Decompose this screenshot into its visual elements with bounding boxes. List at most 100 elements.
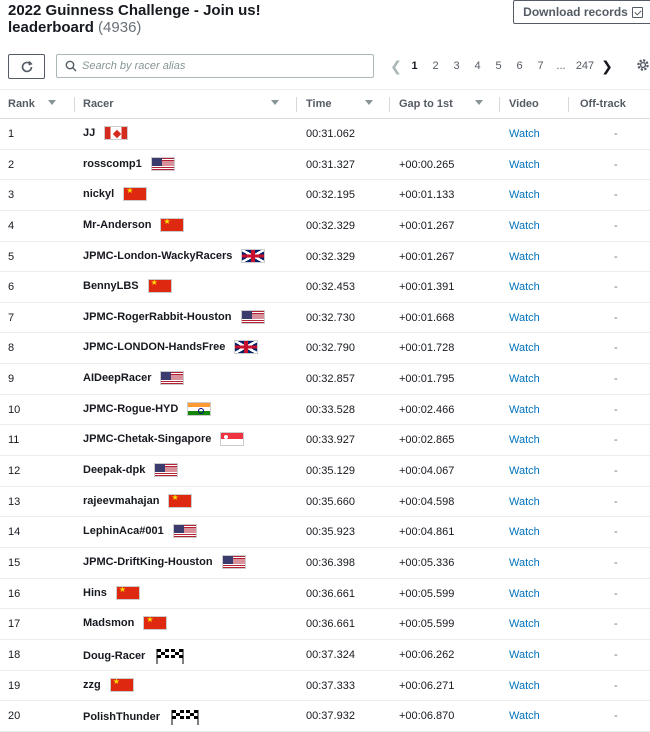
racer-cell: AIDeepRacer — [83, 371, 185, 386]
time-cell: 00:37.932 — [306, 710, 355, 723]
flag-cn-icon — [160, 217, 185, 232]
sort-gap-icon[interactable] — [475, 100, 483, 105]
page-6[interactable]: 6 — [509, 60, 530, 72]
watch-link[interactable]: Watch — [509, 373, 540, 385]
download-records-button[interactable]: Download records — [513, 0, 650, 24]
watch-link[interactable]: Watch — [509, 404, 540, 416]
watch-link[interactable]: Watch — [509, 496, 540, 508]
watch-link[interactable]: Watch — [509, 159, 540, 171]
watch-link[interactable]: Watch — [509, 128, 540, 140]
time-cell: 00:33.528 — [306, 403, 355, 416]
racer-alias: AIDeepRacer — [83, 372, 152, 385]
table-row: 4 Mr-Anderson 00:32.329 +00:01.267 Watch - — [0, 211, 650, 242]
search-input[interactable] — [82, 60, 362, 72]
refresh-button[interactable] — [8, 54, 45, 79]
flag-gb-icon — [234, 340, 259, 355]
flag-us-icon — [172, 524, 197, 539]
time-cell: 00:37.324 — [306, 648, 355, 661]
table-row: 18 Doug-Racer 00:37.324 +00:06.262 Watch - — [0, 640, 650, 671]
racer-alias: JPMC-LONDON-HandsFree — [83, 341, 226, 354]
col-divider — [74, 97, 75, 112]
page-4[interactable]: 4 — [467, 60, 488, 72]
rank-cell: 2 — [8, 158, 15, 171]
col-time[interactable]: Time — [306, 98, 331, 110]
sort-rank-icon[interactable] — [48, 100, 56, 105]
col-racer[interactable]: Racer — [83, 98, 114, 110]
search-field[interactable] — [56, 54, 374, 78]
col-gap[interactable]: Gap to 1st — [399, 98, 453, 110]
offtrack-cell: - — [614, 526, 618, 539]
watch-link[interactable]: Watch — [509, 342, 540, 354]
racer-alias: rosscomp1 — [83, 157, 142, 170]
rank-cell: 3 — [8, 189, 15, 202]
offtrack-cell: - — [614, 189, 618, 202]
watch-link[interactable]: Watch — [509, 220, 540, 232]
page-5[interactable]: 5 — [488, 60, 509, 72]
search-icon — [65, 60, 77, 72]
page-7[interactable]: 7 — [530, 60, 551, 72]
leaderboard-table: Rank Racer Time Gap to 1st Video Off-tra… — [0, 89, 650, 732]
offtrack-cell: - — [614, 403, 618, 416]
watch-link[interactable]: Watch — [509, 281, 540, 293]
watch-link[interactable]: Watch — [509, 251, 540, 263]
event-title: 2022 Guinness Challenge - Join us! — [8, 2, 261, 19]
table-row: 16 Hins 00:36.661 +00:05.599 Watch - — [0, 579, 650, 610]
prev-page-icon[interactable]: ❮ — [388, 58, 404, 75]
time-cell: 00:36.661 — [306, 618, 355, 631]
rank-cell: 5 — [8, 250, 15, 263]
download-icon — [631, 6, 643, 18]
watch-link[interactable]: Watch — [509, 680, 540, 692]
sort-racer-icon[interactable] — [271, 100, 279, 105]
flag-us-icon — [150, 156, 175, 171]
watch-link[interactable]: Watch — [509, 710, 540, 722]
gap-cell: +00:01.728 — [399, 342, 455, 355]
gap-cell: +00:04.861 — [399, 526, 455, 539]
sort-time-icon[interactable] — [365, 100, 373, 105]
offtrack-cell: - — [614, 128, 618, 140]
flag-cn-icon — [147, 279, 172, 294]
col-rank[interactable]: Rank — [8, 98, 35, 110]
offtrack-cell: - — [614, 250, 618, 263]
next-page-icon[interactable]: ❯ — [599, 58, 615, 75]
watch-link[interactable]: Watch — [509, 588, 540, 600]
time-cell: 00:35.660 — [306, 495, 355, 508]
table-row: 10 JPMC-Rogue-HYD 00:33.528 +00:02.466 Watch… — [0, 395, 650, 426]
racer-alias: JPMC-Chetak-Singapore — [83, 433, 212, 446]
racer-cell: Doug-Racer — [83, 647, 184, 665]
racer-cell: JPMC-London-WackyRacers — [83, 248, 266, 263]
watch-link[interactable]: Watch — [509, 557, 540, 569]
rank-cell: 8 — [8, 342, 15, 355]
watch-link[interactable]: Watch — [509, 618, 540, 630]
flag-ca-icon — [104, 126, 129, 140]
racer-cell: nickyl — [83, 187, 148, 202]
watch-link[interactable]: Watch — [509, 189, 540, 201]
leaderboard-title: 2022 Guinness Challenge - Join us! leade… — [8, 2, 261, 36]
racer-cell: rajeevmahajan — [83, 493, 193, 508]
gear-icon[interactable] — [636, 58, 650, 72]
table-row: 11 JPMC-Chetak-Singapore 00:33.927 +00:02.8… — [0, 425, 650, 457]
rank-cell: 14 — [8, 526, 21, 539]
racer-cell: JPMC-RogerRabbit-Houston — [83, 309, 265, 324]
page-3[interactable]: 3 — [446, 60, 467, 72]
gap-cell: +00:00.265 — [399, 158, 455, 171]
page-247[interactable]: 247 — [571, 60, 599, 72]
page-2[interactable]: 2 — [425, 60, 446, 72]
offtrack-cell: - — [614, 618, 618, 631]
watch-link[interactable]: Watch — [509, 465, 540, 477]
racer-cell: zzg — [83, 677, 134, 692]
watch-link[interactable]: Watch — [509, 526, 540, 538]
col-divider — [389, 97, 390, 112]
watch-link[interactable]: Watch — [509, 434, 540, 446]
watch-link[interactable]: Watch — [509, 312, 540, 324]
watch-link[interactable]: Watch — [509, 649, 540, 661]
gap-cell: +00:01.267 — [399, 219, 455, 232]
table-header: Rank Racer Time Gap to 1st Video Off-tra… — [0, 89, 650, 119]
racer-count: (4936) — [98, 19, 142, 36]
gap-cell: +00:02.865 — [399, 434, 455, 447]
racer-cell: JPMC-LONDON-HandsFree — [83, 340, 259, 355]
checkered-flag-icon — [154, 647, 184, 665]
page-1[interactable]: 1 — [404, 60, 425, 72]
table-body: 1 JJ 00:31.062 Watch - 2 rosscomp1 00:31.327 +00… — [0, 119, 650, 732]
gap-cell: +00:04.598 — [399, 495, 455, 508]
racer-cell: BennyLBS — [83, 279, 172, 294]
